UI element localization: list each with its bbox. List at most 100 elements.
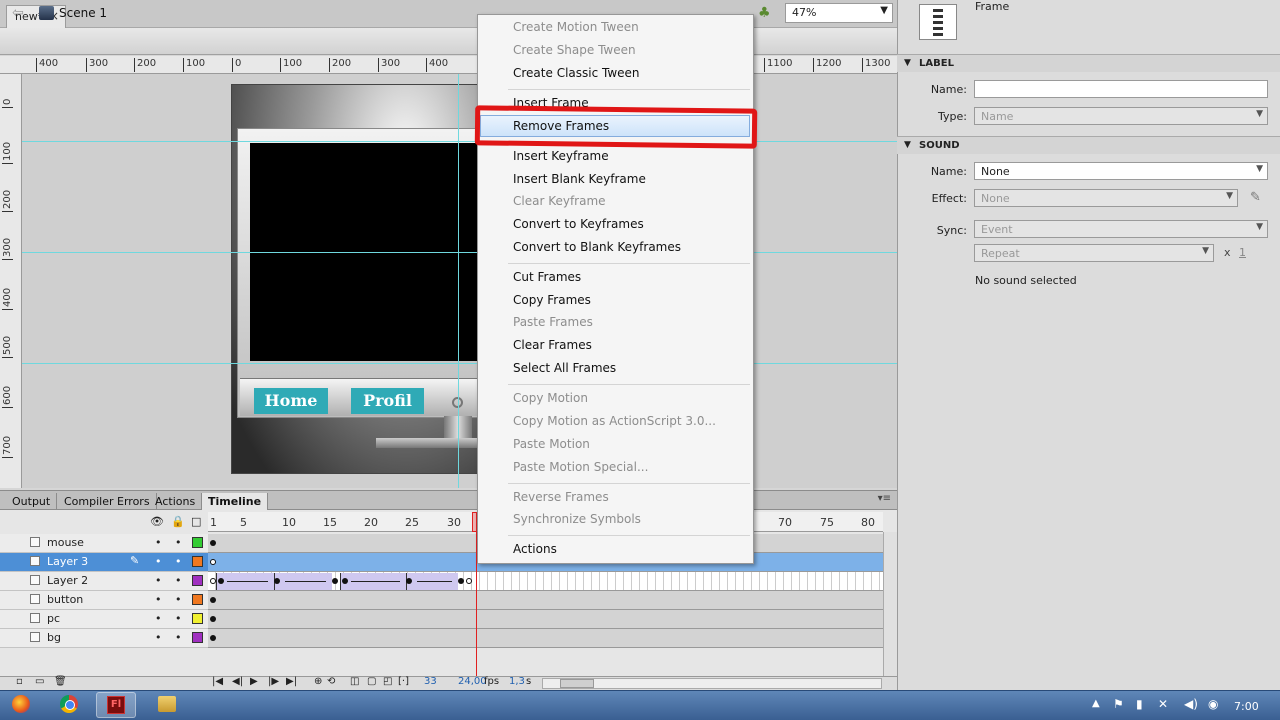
profil-button[interactable]: Profil xyxy=(351,388,424,414)
guide-line[interactable] xyxy=(458,74,459,488)
last-frame-icon[interactable]: ▶| xyxy=(286,676,297,687)
guide-line[interactable] xyxy=(22,141,897,142)
step-back-icon[interactable]: ◀| xyxy=(232,676,243,687)
layer-row-bg[interactable]: bg • • xyxy=(0,629,208,648)
network-icon[interactable]: ✕ xyxy=(1158,697,1168,711)
onion-outline-icon[interactable]: ▢ xyxy=(367,676,376,687)
edit-envelope-icon[interactable]: ✎ xyxy=(1250,190,1261,205)
timeline-scrollbar[interactable] xyxy=(883,532,897,677)
layer-color-swatch[interactable] xyxy=(192,575,203,586)
volume-icon[interactable]: ◀) xyxy=(1184,697,1198,711)
keyframe-empty[interactable] xyxy=(210,578,216,584)
guide-line[interactable] xyxy=(22,252,897,253)
menu-item-copy-motion-as-actionscript[interactable]: Copy Motion as ActionScript 3.0... xyxy=(513,414,716,428)
frame-name-input[interactable] xyxy=(974,80,1268,98)
keyframe-empty[interactable] xyxy=(466,578,472,584)
tab-compiler-errors[interactable]: Compiler Errors xyxy=(58,493,157,510)
keyframe[interactable] xyxy=(274,578,280,584)
visibility-dot[interactable]: • xyxy=(155,536,162,549)
edit-multiple-icon[interactable]: ◰ xyxy=(383,676,392,687)
visibility-dot[interactable]: • xyxy=(155,631,162,644)
layer-row-layer-2[interactable]: Layer 2 • • xyxy=(0,572,208,591)
keyframe[interactable] xyxy=(210,616,216,622)
lock-dot[interactable]: • xyxy=(175,574,182,587)
section-sound[interactable]: ▼ SOUND xyxy=(897,136,1280,154)
zoom-select[interactable]: 47% ▼ xyxy=(785,3,893,23)
lock-dot[interactable]: • xyxy=(175,593,182,606)
classic-tween[interactable] xyxy=(340,573,406,590)
tab-actions[interactable]: Actions xyxy=(149,493,203,510)
trash-icon[interactable]: 🗑 xyxy=(54,676,67,687)
classic-tween[interactable] xyxy=(406,573,458,590)
back-arrow-icon[interactable]: ⇦ xyxy=(12,5,24,21)
menu-item-convert-to-blank-keyframes[interactable]: Convert to Blank Keyframes xyxy=(513,240,681,254)
effect-select[interactable]: None ▼ xyxy=(974,189,1238,207)
lock-icon[interactable]: 🔒 xyxy=(171,515,185,528)
current-frame[interactable]: 33 xyxy=(424,676,437,687)
sync-select[interactable]: Event ▼ xyxy=(974,220,1268,238)
menu-item-actions[interactable]: Actions xyxy=(513,542,557,556)
loop-icon[interactable]: ⟲ xyxy=(327,676,335,687)
eye-icon[interactable]: 👁 xyxy=(150,515,164,528)
sound-name-select[interactable]: None ▼ xyxy=(974,162,1268,180)
keyframe[interactable] xyxy=(458,578,464,584)
keyframe[interactable] xyxy=(210,597,216,603)
lock-dot[interactable]: • xyxy=(175,555,182,568)
label-type-select[interactable]: Name ▼ xyxy=(974,107,1268,125)
menu-item-select-all-frames[interactable]: Select All Frames xyxy=(513,361,616,375)
repeat-select[interactable]: Repeat ▼ xyxy=(974,244,1214,262)
lock-dot[interactable]: • xyxy=(175,612,182,625)
layer-color-swatch[interactable] xyxy=(192,613,203,624)
menu-item-paste-motion[interactable]: Paste Motion xyxy=(513,437,590,451)
taskbar-clock[interactable]: 7:00 xyxy=(1234,700,1259,713)
classic-tween[interactable] xyxy=(216,573,274,590)
menu-item-copy-frames[interactable]: Copy Frames xyxy=(513,293,591,307)
keyframe[interactable] xyxy=(332,578,338,584)
menu-item-create-classic-tween[interactable]: Create Classic Tween xyxy=(513,66,640,80)
menu-item-paste-frames[interactable]: Paste Frames xyxy=(513,315,593,329)
classic-tween[interactable] xyxy=(274,573,332,590)
keyframe-empty[interactable] xyxy=(210,559,216,565)
collapse-triangle-icon[interactable]: ▼ xyxy=(904,140,911,150)
menu-item-clear-frames[interactable]: Clear Frames xyxy=(513,338,592,352)
menu-item-cut-frames[interactable]: Cut Frames xyxy=(513,270,581,284)
frames-row-bg[interactable] xyxy=(208,629,883,648)
layer-color-swatch[interactable] xyxy=(192,556,203,567)
home-button[interactable]: Home xyxy=(254,388,328,414)
keyframe[interactable] xyxy=(406,578,412,584)
new-folder-icon[interactable]: ▭ xyxy=(35,676,44,687)
step-forward-icon[interactable]: |▶ xyxy=(268,676,279,687)
layer-color-swatch[interactable] xyxy=(192,632,203,643)
onion-markers-icon[interactable]: [·] xyxy=(398,676,409,687)
layer-color-swatch[interactable] xyxy=(192,594,203,605)
tab-output[interactable]: Output xyxy=(6,493,58,510)
frames-row-pc[interactable] xyxy=(208,610,883,629)
layer-row-button[interactable]: button • • xyxy=(0,591,208,610)
play-icon[interactable]: ▶ xyxy=(250,676,258,687)
keyframe[interactable] xyxy=(210,540,216,546)
frames-row-button[interactable] xyxy=(208,591,883,610)
layer-row-mouse[interactable]: mouse • • xyxy=(0,534,208,553)
menu-item-create-shape-tween[interactable]: Create Shape Tween xyxy=(513,43,636,57)
layer-row-pc[interactable]: pc • • xyxy=(0,610,208,629)
keyframe[interactable] xyxy=(210,635,216,641)
battery-icon[interactable]: ▮ xyxy=(1136,697,1143,711)
visibility-dot[interactable]: • xyxy=(155,612,162,625)
panel-menu-icon[interactable]: ▾≡ xyxy=(878,493,891,504)
visibility-dot[interactable]: • xyxy=(155,593,162,606)
scene-label[interactable]: Scene 1 xyxy=(59,6,107,20)
menu-item-copy-motion[interactable]: Copy Motion xyxy=(513,391,588,405)
first-frame-icon[interactable]: |◀ xyxy=(212,676,223,687)
layer-row-layer-3[interactable]: Layer 3 ✎ • • xyxy=(0,553,208,572)
menu-item-paste-motion-special[interactable]: Paste Motion Special... xyxy=(513,460,648,474)
menu-item-insert-keyframe[interactable]: Insert Keyframe xyxy=(513,149,609,163)
layer-color-swatch[interactable] xyxy=(192,537,203,548)
edit-symbols-icon[interactable]: ♣ xyxy=(758,5,771,21)
tray-expand-icon[interactable]: ▲ xyxy=(1092,698,1100,709)
collapse-triangle-icon[interactable]: ▼ xyxy=(904,58,911,68)
section-label[interactable]: ▼ LABEL xyxy=(897,54,1280,72)
outline-icon[interactable]: □ xyxy=(191,515,201,528)
language-icon[interactable]: ◉ xyxy=(1208,697,1218,711)
menu-item-synchronize-symbols[interactable]: Synchronize Symbols xyxy=(513,512,641,526)
tab-timeline[interactable]: Timeline xyxy=(202,493,269,510)
